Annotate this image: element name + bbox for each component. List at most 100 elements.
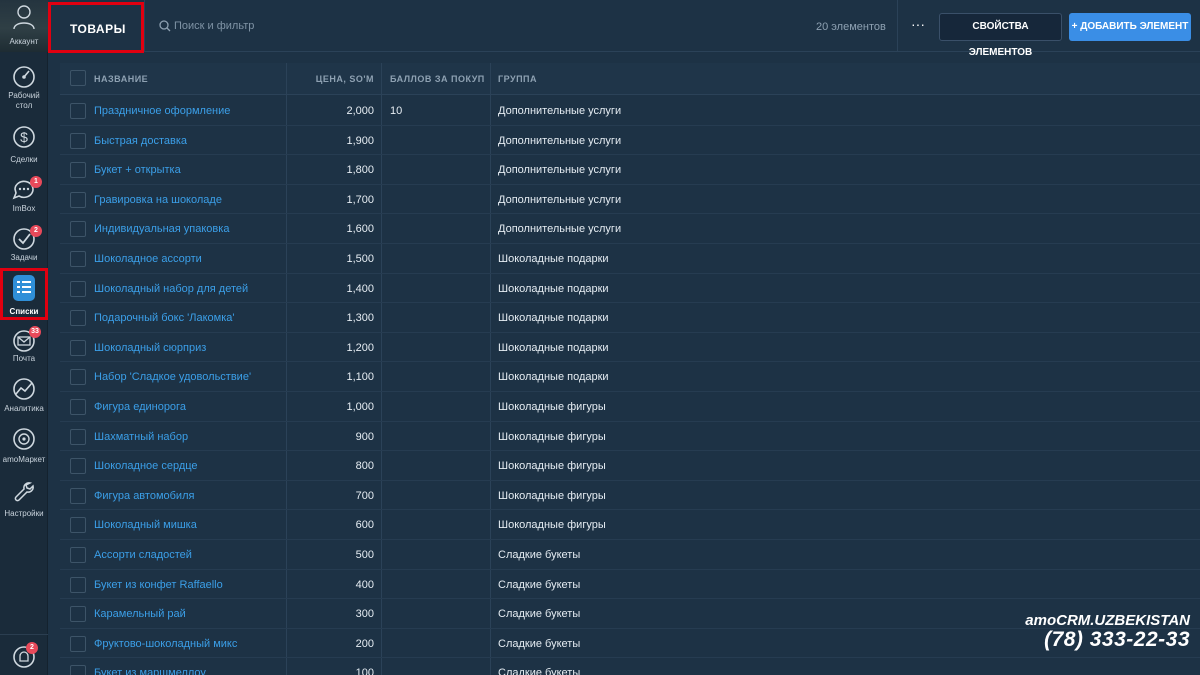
product-name-link[interactable]: Фигура единорога	[94, 401, 186, 413]
product-name-link[interactable]: Индивидуальная упаковка	[94, 223, 229, 235]
row-checkbox[interactable]	[70, 369, 86, 386]
sidebar-item-settings[interactable]: Настройки	[0, 476, 48, 520]
column-header-price[interactable]: ЦЕНА, SO'M	[286, 63, 374, 95]
sidebar-item-market[interactable]: amoМаркет	[0, 424, 48, 468]
product-name-link[interactable]: Букет из маршмеллоу	[94, 667, 206, 675]
product-price: 1,300	[346, 312, 374, 325]
page-title-box: ТОВАРЫ	[48, 2, 144, 53]
product-group: Шоколадные подарки	[498, 341, 609, 354]
sidebar-item-label: Задачи	[10, 253, 38, 262]
lists-icon	[13, 275, 35, 301]
product-name-link[interactable]: Букет + открытка	[94, 164, 181, 176]
product-name-link[interactable]: Шоколадный сюрприз	[94, 342, 206, 354]
row-checkbox[interactable]	[70, 399, 86, 415]
row-checkbox[interactable]	[70, 162, 86, 179]
notifications-button[interactable]: 2	[0, 642, 48, 675]
product-name-link[interactable]: Шоколадный мишка	[94, 519, 197, 531]
product-group: Шоколадные фигуры	[498, 519, 606, 532]
column-header-points[interactable]: БАЛЛОВ ЗА ПОКУП	[390, 63, 485, 95]
sidebar-item-tasks[interactable]: 2 Задачи	[0, 224, 48, 266]
row-checkbox[interactable]	[70, 547, 86, 563]
table-row: Шоколадный сюрприз 1,200 Шоколадные подарк…	[60, 333, 1200, 363]
table-row: Шоколадный мишка 600 Шоколадные фигуры	[60, 510, 1200, 540]
row-checkbox[interactable]	[70, 339, 86, 356]
product-name-link[interactable]: Шоколадный набор для детей	[94, 283, 248, 295]
product-price: 1,200	[346, 341, 374, 354]
row-checkbox[interactable]	[70, 280, 86, 297]
product-price: 300	[355, 608, 374, 621]
product-name-link[interactable]: Подарочный бокс 'Лакомка'	[94, 312, 234, 324]
watermark-brand: amoCRM.UZBEKISTAN	[1025, 612, 1190, 629]
column-header-name[interactable]: НАЗВАНИЕ	[94, 63, 148, 95]
product-price: 100	[355, 667, 374, 675]
row-checkbox[interactable]	[70, 103, 86, 119]
product-points: 10	[390, 105, 403, 117]
search-icon	[159, 20, 171, 32]
product-group: Дополнительные услуги	[498, 193, 622, 206]
sidebar-item-deals[interactable]: $ Сделки	[0, 124, 48, 168]
tasks-badge: 2	[30, 225, 42, 237]
product-name-link[interactable]: Шоколадное сердце	[94, 460, 198, 472]
sidebar-item-label: Списки	[9, 307, 39, 316]
row-checkbox[interactable]	[70, 310, 86, 327]
row-checkbox[interactable]	[70, 606, 86, 623]
market-icon	[13, 428, 35, 450]
product-name-link[interactable]: Ассорти сладостей	[94, 549, 192, 561]
table-row: Шахматный набор 900 Шоколадные фигуры	[60, 422, 1200, 452]
row-checkbox[interactable]	[70, 487, 86, 504]
sidebar-item-label: стол	[15, 101, 33, 110]
product-name-link[interactable]: Шоколадное ассорти	[94, 253, 202, 265]
row-checkbox[interactable]	[70, 517, 86, 534]
product-name-link[interactable]: Быстрая доставка	[94, 135, 187, 147]
product-name-link[interactable]: Фигура автомобиля	[94, 490, 194, 502]
row-checkbox[interactable]	[70, 221, 86, 238]
row-checkbox[interactable]	[70, 428, 86, 445]
product-price: 1,400	[346, 282, 374, 295]
more-options-button[interactable]: ···	[906, 14, 930, 38]
row-checkbox[interactable]	[70, 132, 86, 149]
watermark-phone: (78) 333-22-33	[1044, 628, 1190, 651]
element-properties-button[interactable]: СВОЙСТВА ЭЛЕМЕНТОВ	[939, 13, 1062, 58]
product-name-link[interactable]: Букет из конфет Raffaello	[94, 579, 223, 591]
search-input[interactable]	[174, 16, 474, 36]
row-checkbox[interactable]	[70, 635, 86, 652]
product-name-link[interactable]: Праздничное оформление	[94, 105, 230, 117]
row-checkbox[interactable]	[70, 251, 86, 267]
table-row: Фигура единорога 1,000 Шоколадные фигуры	[60, 392, 1200, 422]
sidebar-item-analytics[interactable]: Аналитика	[0, 374, 48, 416]
sidebar-item-mail[interactable]: 33 Почта	[0, 326, 48, 368]
table-row: Шоколадное ассорти 1,500 Шоколадные подарк…	[60, 244, 1200, 274]
account-button[interactable]: Аккаунт	[0, 0, 48, 52]
product-name-link[interactable]: Гравировка на шоколаде	[94, 194, 222, 206]
product-name-link[interactable]: Шахматный набор	[94, 431, 188, 443]
select-all-checkbox[interactable]	[70, 70, 86, 86]
row-checkbox[interactable]	[70, 576, 86, 593]
sidebar-item-imbox[interactable]: 1 ImBox	[0, 176, 48, 216]
sidebar-item-label: amoМаркет	[2, 455, 46, 464]
product-price: 200	[355, 637, 374, 650]
row-checkbox[interactable]	[70, 665, 86, 675]
row-checkbox[interactable]	[70, 191, 86, 208]
product-group: Шоколадные подарки	[498, 371, 609, 384]
table-row: Ассорти сладостей 500 Сладкие букеты	[60, 540, 1200, 570]
product-group: Шоколадные фигуры	[498, 489, 606, 502]
sidebar-item-dashboard[interactable]: Рабочий стол	[0, 62, 48, 114]
sidebar-item-lists[interactable]: Списки	[0, 268, 48, 320]
element-count: 20 элементов	[816, 21, 886, 33]
table-row: Шоколадный набор для детей 1,400 Шоколадны…	[60, 274, 1200, 304]
table-row: Фигура автомобиля 700 Шоколадные фигуры	[60, 481, 1200, 511]
product-group: Шоколадные подарки	[498, 282, 609, 295]
row-checkbox[interactable]	[70, 458, 86, 475]
sidebar-divider	[0, 634, 48, 635]
product-group: Дополнительные услуги	[498, 164, 622, 177]
product-name-link[interactable]: Фруктово-шоколадный микс	[94, 638, 237, 650]
table-row: Букет + открытка 1,800 Дополнительные услу…	[60, 155, 1200, 185]
column-header-group[interactable]: ГРУППА	[498, 63, 537, 95]
product-group: Шоколадные фигуры	[498, 460, 606, 473]
product-group: Сладкие букеты	[498, 578, 581, 591]
product-name-link[interactable]: Набор 'Сладкое удовольствие'	[94, 371, 251, 383]
settings-icon	[14, 482, 34, 502]
user-avatar-icon	[13, 5, 35, 30]
product-name-link[interactable]: Карамельный рай	[94, 608, 186, 620]
add-element-button[interactable]: + ДОБАВИТЬ ЭЛЕМЕНТ	[1069, 13, 1191, 41]
